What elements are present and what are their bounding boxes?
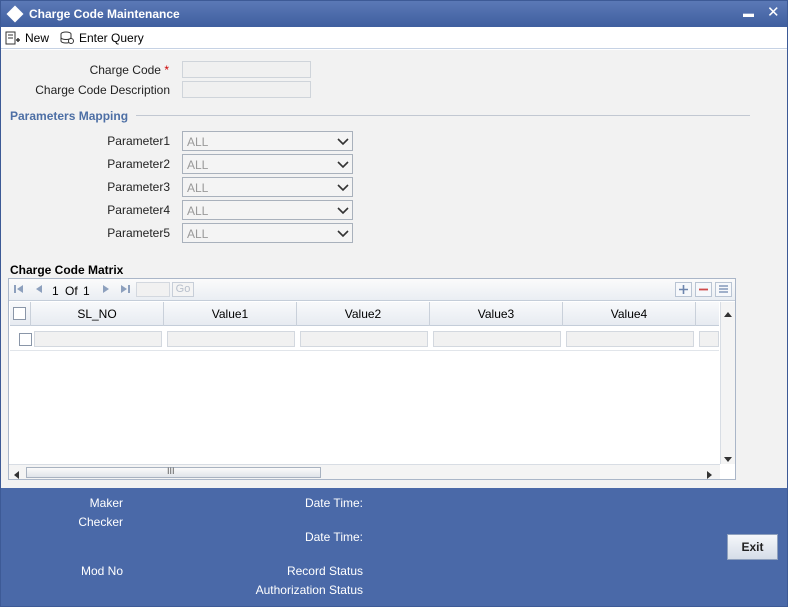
mod-no-label: Mod No: [80, 564, 123, 578]
enter-query-button[interactable]: Enter Query: [59, 29, 144, 47]
value3-cell-input[interactable]: [433, 331, 561, 347]
chevron-down-icon: [337, 158, 349, 170]
first-page-icon[interactable]: [13, 283, 25, 298]
column-header-value4[interactable]: Value4: [563, 302, 696, 326]
charge-code-matrix-grid: 1 Of 1 Go SL_NO Value1 Value2 Value3 Val…: [8, 278, 736, 480]
charge-code-input[interactable]: [182, 61, 311, 78]
charge-code-description-label: Charge Code Description: [35, 83, 170, 97]
charge-code-matrix-title: Charge Code Matrix: [10, 263, 124, 277]
checker-label: Checker: [78, 515, 123, 529]
value1-cell-input[interactable]: [167, 331, 295, 347]
parameter5-label: Parameter5: [107, 226, 170, 240]
parameter4-value: ALL: [187, 204, 209, 218]
select-all-checkbox[interactable]: [13, 307, 26, 320]
window-title: Charge Code Maintenance: [29, 7, 180, 21]
total-pages: 1: [83, 284, 90, 298]
charge-code-description-input[interactable]: [182, 81, 311, 98]
parameter4-select[interactable]: ALL: [182, 200, 353, 220]
form-content: Charge Code * Charge Code Description Pa…: [1, 50, 787, 488]
sl-no-cell-input[interactable]: [34, 331, 162, 347]
current-page: 1: [52, 284, 59, 298]
column-header-value3[interactable]: Value3: [430, 302, 563, 326]
scroll-left-icon[interactable]: [13, 468, 19, 482]
grid-toolbar: 1 Of 1 Go: [9, 279, 735, 301]
enter-query-label: Enter Query: [79, 31, 144, 45]
column-header-value1[interactable]: Value1: [164, 302, 297, 326]
authorization-status-label: Authorization Status: [255, 583, 363, 597]
parameter3-value: ALL: [187, 181, 209, 195]
scroll-up-icon[interactable]: [724, 306, 732, 320]
horizontal-scrollbar[interactable]: III: [9, 464, 720, 479]
parameter1-select[interactable]: ALL: [182, 131, 353, 151]
parameter2-value: ALL: [187, 158, 209, 172]
table-row: [10, 327, 719, 351]
scroll-right-icon[interactable]: [707, 468, 713, 482]
select-all-cell: [10, 302, 31, 326]
date-time-label-maker: Date Time:: [304, 496, 363, 510]
parameter3-label: Parameter3: [107, 180, 170, 194]
parameter2-label: Parameter2: [107, 157, 170, 171]
value2-cell-input[interactable]: [300, 331, 428, 347]
chevron-down-icon: [337, 204, 349, 216]
chevron-down-icon: [337, 135, 349, 147]
horizontal-scroll-thumb[interactable]: III: [26, 466, 321, 478]
chevron-down-icon: [337, 227, 349, 239]
delete-row-icon[interactable]: [695, 282, 712, 297]
value5-cell-input[interactable]: [699, 331, 719, 347]
parameter5-select[interactable]: ALL: [182, 223, 353, 243]
parameter4-label: Parameter4: [107, 203, 170, 217]
single-view-icon[interactable]: [715, 282, 732, 297]
go-button[interactable]: Go: [172, 282, 194, 297]
close-icon[interactable]: ✕: [767, 4, 780, 22]
previous-page-icon[interactable]: [33, 283, 45, 298]
value4-cell-input[interactable]: [566, 331, 694, 347]
maker-label: Maker: [89, 496, 123, 510]
database-query-icon: [59, 31, 75, 45]
page-of-label: Of: [65, 284, 78, 298]
column-header-sl-no[interactable]: SL_NO: [31, 302, 164, 326]
scroll-grip: III: [167, 466, 175, 476]
vertical-scrollbar[interactable]: [720, 302, 735, 464]
parameter1-label: Parameter1: [107, 134, 170, 148]
parameters-mapping-title: Parameters Mapping: [10, 109, 129, 123]
charge-code-label: Charge Code *: [89, 63, 169, 77]
page-number-input[interactable]: [136, 282, 170, 297]
section-divider: [136, 115, 750, 116]
date-time-label-checker: Date Time:: [304, 530, 363, 544]
new-document-icon: [5, 31, 21, 45]
add-row-icon[interactable]: [675, 282, 692, 297]
record-status-label: Record Status: [286, 564, 363, 578]
diamond-app-icon: [6, 5, 24, 23]
minimize-icon[interactable]: ▬: [743, 5, 754, 23]
new-label: New: [25, 31, 50, 45]
new-button[interactable]: New: [5, 29, 49, 47]
next-page-icon[interactable]: [100, 283, 112, 298]
audit-footer: Maker Checker Mod No Date Time: Date Tim…: [1, 488, 787, 606]
parameter5-value: ALL: [187, 227, 209, 241]
grid-header-row: SL_NO Value1 Value2 Value3 Value4: [10, 302, 719, 326]
parameter1-value: ALL: [187, 135, 209, 149]
charge-code-maintenance-window: Charge Code Maintenance ▬ ✕ New Enter Qu…: [0, 0, 788, 607]
column-header-value2[interactable]: Value2: [297, 302, 430, 326]
chevron-down-icon: [337, 181, 349, 193]
last-page-icon[interactable]: [119, 283, 131, 298]
scroll-down-icon[interactable]: [724, 452, 732, 466]
toolbar: New Enter Query: [1, 27, 787, 49]
exit-button[interactable]: Exit: [727, 534, 778, 560]
parameter3-select[interactable]: ALL: [182, 177, 353, 197]
row-checkbox[interactable]: [19, 333, 32, 346]
required-marker: *: [164, 63, 169, 77]
title-bar[interactable]: Charge Code Maintenance ▬ ✕: [1, 1, 787, 27]
parameter2-select[interactable]: ALL: [182, 154, 353, 174]
